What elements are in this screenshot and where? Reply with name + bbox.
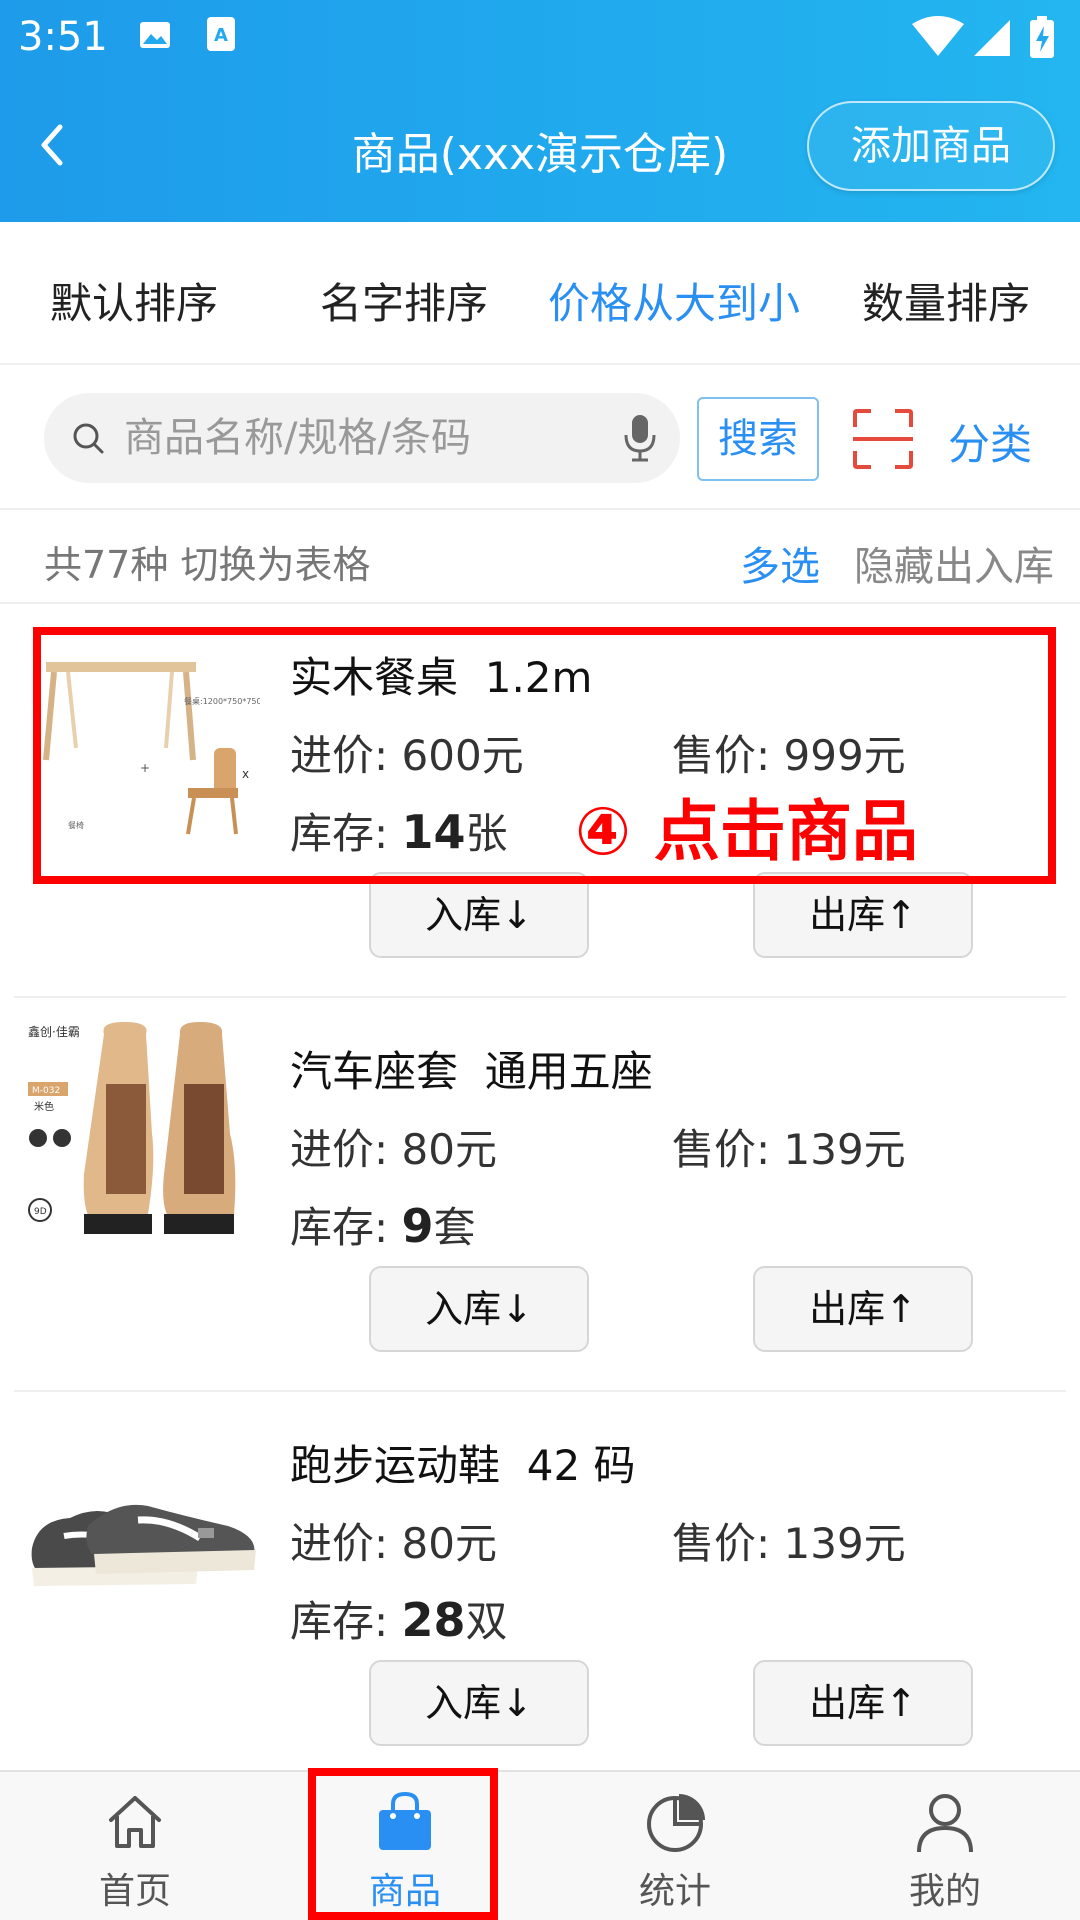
stock-in-button[interactable]: 入库↓ [369,872,589,958]
svg-text:9D: 9D [34,1207,47,1217]
hide-inout-toggle[interactable]: 隐藏出入库 [854,534,1054,592]
purchase-price: 进价: 80元 [290,1519,497,1568]
tutorial-annotation: ④ 点击商品 [575,793,918,870]
sort-default[interactable]: 默认排序 [50,270,218,331]
product-item[interactable]: 鑫创·佳霸 M-032 米色 9D 汽车座套 通用五座 进价: 80元 售价: … [14,998,1066,1392]
stock-in-button[interactable]: 入库↓ [369,1266,589,1352]
search-button[interactable]: 搜索 [697,397,819,481]
svg-text:M-032: M-032 [32,1086,60,1096]
signal-icon [974,20,1010,56]
product-image-running-shoes [28,1408,260,1636]
svg-text:A: A [214,25,228,46]
status-indicators [912,16,1054,58]
wifi-icon [912,16,964,56]
product-name: 汽车座套 通用五座 [290,1047,653,1096]
sale-price: 售价: 139元 [672,1519,906,1568]
product-name: 跑步运动鞋 42 码 [290,1441,636,1490]
switch-to-table-link[interactable]: 切换为表格 [180,543,370,587]
tab-home[interactable]: 首页 [0,1772,270,1920]
microphone-icon[interactable] [620,413,660,463]
sort-bar: 默认排序 名字排序 价格从大到小 数量排序 [0,222,1080,365]
stock-number: 28 [401,1593,466,1647]
stock-info: 库存: 28双 [290,1593,508,1647]
purchase-price: 进价: 80元 [290,1125,497,1174]
app-notification-icon: A [207,17,235,51]
app-header: 3:51 A 商品(xxx演示仓库) 添加商品 [0,0,1080,222]
tab-label: 首页 [98,1871,171,1912]
search-row: 搜索 分类 [0,365,1080,510]
stock-number: 9 [401,1199,434,1253]
add-product-button[interactable]: 添加商品 [807,101,1055,191]
sort-by-name[interactable]: 名字排序 [320,270,488,331]
svg-text:米色: 米色 [34,1100,54,1113]
tab-label: 我的 [908,1871,981,1912]
search-icon [73,423,104,454]
tutorial-tab-highlight [308,1768,498,1920]
status-time: 3:51 [18,14,108,60]
sort-by-price-desc[interactable]: 价格从大到小 [548,270,800,331]
stock-info: 库存: 9套 [290,1199,476,1253]
gallery-icon [140,22,170,48]
multi-select-button[interactable]: 多选 [740,534,820,592]
home-icon [109,1796,161,1848]
stock-in-button[interactable]: 入库↓ [369,1660,589,1746]
summary-text: 共77种 切换为表格 [44,534,370,589]
battery-icon [1030,16,1054,58]
status-bar: 3:51 A [0,0,1080,76]
pie-chart-icon [647,1794,705,1852]
sale-price: 售价: 139元 [672,1125,906,1174]
tab-profile[interactable]: 我的 [810,1772,1080,1920]
summary-row: 共77种 切换为表格 多选 隐藏出入库 [0,510,1080,604]
user-icon [917,1794,973,1853]
bottom-tab-bar: 首页 商品 统计 我的 [0,1770,1080,1920]
category-link[interactable]: 分类 [948,411,1032,472]
product-image-car-seat-cover: 鑫创·佳霸 M-032 米色 9D [28,1014,260,1242]
svg-text:鑫创·佳霸: 鑫创·佳霸 [28,1024,80,1039]
tab-statistics[interactable]: 统计 [540,1772,810,1920]
product-item[interactable]: 跑步运动鞋 42 码 进价: 80元 售价: 139元 库存: 28双 入库↓ … [14,1392,1066,1786]
sort-by-quantity[interactable]: 数量排序 [862,270,1030,331]
scan-icon[interactable] [851,407,915,471]
stock-out-button[interactable]: 出库↑ [753,1660,973,1746]
search-input[interactable] [124,393,584,483]
stock-out-button[interactable]: 出库↑ [753,1266,973,1352]
stock-out-button[interactable]: 出库↑ [753,872,973,958]
tab-label: 统计 [638,1871,711,1912]
product-count: 共77种 [44,543,169,587]
search-box [44,393,680,483]
